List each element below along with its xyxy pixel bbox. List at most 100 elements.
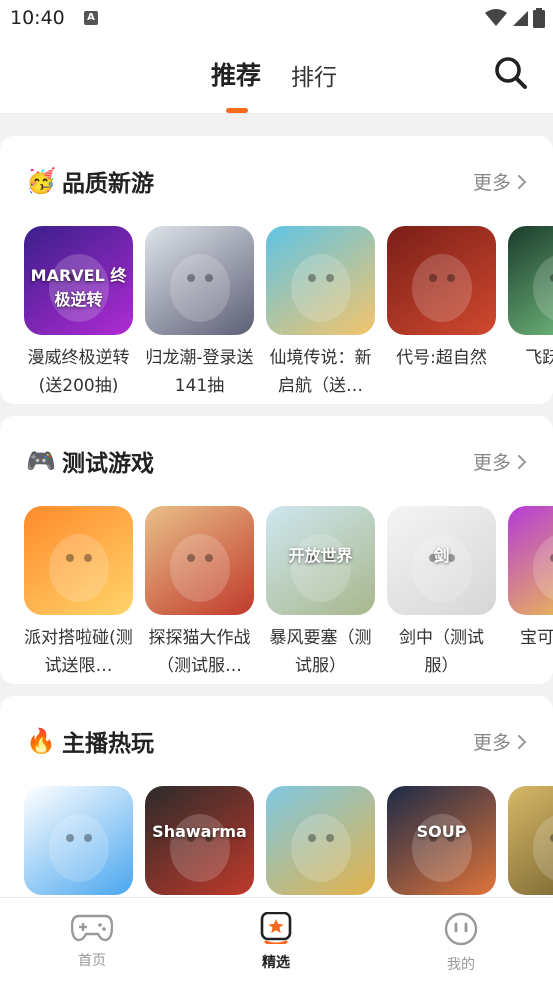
tab-ranking[interactable]: 排行 <box>291 58 337 92</box>
sword-calligraphy-icon[interactable]: 剑 <box>387 506 496 615</box>
icon-overlay-text: 开放世界 <box>288 546 353 565</box>
section-header: 🥳 品质新游 <box>26 164 154 198</box>
section-emoji-icon: 🎮 <box>26 447 56 475</box>
search-button[interactable] <box>494 56 530 92</box>
green-creature-icon[interactable] <box>508 226 553 335</box>
artwork-icon <box>291 254 351 322</box>
content-feed[interactable]: 🥳 品质新游 更多 MARVEL 终极逆转 漫威终极逆转(送200抽) 归龙潮-登录送14… <box>0 115 553 897</box>
game-item[interactable]: Shawarma沙威玛传奇 <box>145 786 254 897</box>
game-item[interactable]: MARVEL 终极逆转漫威终极逆转(送200抽) <box>24 226 133 400</box>
cat-ninja-icon[interactable] <box>145 506 254 615</box>
icon-overlay-text: MARVEL 终极逆转 <box>30 266 127 309</box>
game-item[interactable]: 仙境传说：新启航（送… <box>266 226 375 400</box>
game-item[interactable]: 剑剑中（测试服） <box>387 506 496 680</box>
status-icons <box>485 8 545 28</box>
status-time: 10:40 <box>10 7 65 29</box>
wifi-icon <box>485 9 507 26</box>
game-item[interactable]: 开放世界暴风要塞（测试服） <box>266 506 375 680</box>
game-name: 漫威终极逆转(送200抽) <box>27 348 130 396</box>
artwork-icon <box>170 254 230 322</box>
artwork-icon <box>533 535 553 601</box>
more-label: 更多 <box>472 452 511 474</box>
game-row[interactable]: MARVEL 终极逆转 漫威终极逆转(送200抽) 归龙潮-登录送141抽 仙境传说：… <box>24 226 553 400</box>
nav-featured-label: 精选 <box>262 955 290 971</box>
marvel-icon[interactable]: MARVEL 终极逆转 <box>24 226 133 335</box>
section-title: 品质新游 <box>62 171 154 197</box>
bottom-nav: 首页 精选 我的 <box>0 897 553 984</box>
pixel-cat-icon[interactable] <box>24 786 133 895</box>
horror-girl-icon[interactable] <box>387 226 496 335</box>
game-row[interactable]: 派对搭啦碰(测试送限… 探探猫大作战（测试服… 开放世界 暴风要塞（测试服）剑剑中（测… <box>24 506 553 680</box>
game-item[interactable]: 代号:超自然 <box>387 226 496 400</box>
game-row[interactable]: 萌猫公园Shawarma沙威玛传奇小明友过马路SOUP60秒差距(避我的 <box>24 786 553 897</box>
game-name: 仙境传说：新启航（送… <box>269 348 372 396</box>
status-bar: 10:40 A <box>0 0 553 38</box>
face-icon <box>444 912 478 946</box>
crossing-guard-icon[interactable] <box>266 786 375 895</box>
game-name: 归龙潮-登录送141抽 <box>145 348 254 396</box>
game-item[interactable]: 萌猫公园 <box>24 786 133 897</box>
artwork-icon <box>170 534 230 602</box>
pikachu-icon[interactable] <box>508 506 553 615</box>
icon-overlay-text: SOUP <box>416 822 467 841</box>
fortress-icon[interactable]: 开放世界 <box>266 506 375 615</box>
section-emoji-icon: 🥳 <box>26 167 56 195</box>
chevron-right-icon <box>518 454 527 469</box>
artwork-icon <box>412 254 472 322</box>
tab-recommend[interactable]: 推荐 <box>211 56 261 92</box>
shawarma-icon[interactable]: Shawarma <box>145 786 254 895</box>
more-link[interactable]: 更多 <box>473 168 527 195</box>
artwork-icon <box>291 814 351 882</box>
astronaut-icon[interactable]: SOUP <box>387 786 496 895</box>
game-item[interactable]: SOUP60秒差距(避 <box>387 786 496 897</box>
doodle-icon[interactable] <box>508 786 553 895</box>
section-card: 🥳 品质新游 更多 MARVEL 终极逆转 漫威终极逆转(送200抽) 归龙潮-登录送14… <box>0 136 553 404</box>
artwork-icon <box>49 814 109 882</box>
game-item[interactable]: 我的 <box>508 786 553 897</box>
bunny-icon[interactable] <box>24 506 133 615</box>
game-name: 宝可结（宠 <box>520 628 553 648</box>
ro-girl-icon[interactable] <box>266 226 375 335</box>
section-title: 主播热玩 <box>62 731 154 757</box>
game-name: 剑中（测试服） <box>399 628 484 676</box>
artwork-icon <box>49 534 109 602</box>
more-label: 更多 <box>472 732 511 754</box>
more-label: 更多 <box>472 172 511 194</box>
section-emoji-icon: 🔥 <box>26 727 56 755</box>
section-title: 测试游戏 <box>62 451 154 477</box>
anime-girl-icon[interactable] <box>145 226 254 335</box>
nav-mine[interactable]: 我的 <box>421 912 501 974</box>
game-name: 飞跃者(萌 <box>525 348 553 368</box>
game-name: 暴风要塞（测试服） <box>269 628 372 676</box>
game-name: 代号:超自然 <box>396 348 487 368</box>
gamepad-icon <box>70 914 114 942</box>
battery-icon <box>533 8 545 28</box>
tab-indicator <box>226 108 248 113</box>
chevron-right-icon <box>518 174 527 189</box>
section-card: 🔥主播热玩 更多萌猫公园Shawarma沙威玛传奇小明友过马路SOUP60秒差距(… <box>0 696 553 897</box>
section-header: 🎮 测试游戏 <box>26 444 154 478</box>
game-item[interactable]: 小明友过马路 <box>266 786 375 897</box>
star-bookmark-icon <box>260 911 292 946</box>
artwork-icon <box>533 815 553 881</box>
notification-icon: A <box>84 11 98 25</box>
game-item[interactable]: 归龙潮-登录送141抽 <box>145 226 254 400</box>
game-item[interactable]: 派对搭啦碰(测试送限… <box>24 506 133 680</box>
artwork-icon <box>533 255 553 321</box>
icon-overlay-text: Shawarma <box>152 822 247 841</box>
nav-home[interactable]: 首页 <box>52 912 132 970</box>
section-header: 🔥 主播热玩 <box>26 724 154 758</box>
search-icon <box>495 57 527 89</box>
game-item[interactable]: 飞跃者(萌 <box>508 226 553 400</box>
nav-featured[interactable]: 精选 <box>236 911 316 972</box>
nav-mine-label: 我的 <box>447 957 475 973</box>
signal-icon <box>513 11 528 26</box>
game-name: 探探猫大作战（测试服… <box>148 628 251 676</box>
more-link[interactable]: 更多 <box>473 448 527 475</box>
section-card: 🎮 测试游戏 更多派对搭啦碰(测试送限… 探探猫大作战（测试服… 开放世界暴风要塞（测试… <box>0 416 553 684</box>
game-item[interactable]: 宝可结（宠 <box>508 506 553 680</box>
game-item[interactable]: 探探猫大作战（测试服… <box>145 506 254 680</box>
more-link[interactable]: 更多 <box>473 728 527 755</box>
top-header: 推荐 排行 <box>0 38 553 114</box>
game-name: 派对搭啦碰(测试送限… <box>24 628 133 676</box>
